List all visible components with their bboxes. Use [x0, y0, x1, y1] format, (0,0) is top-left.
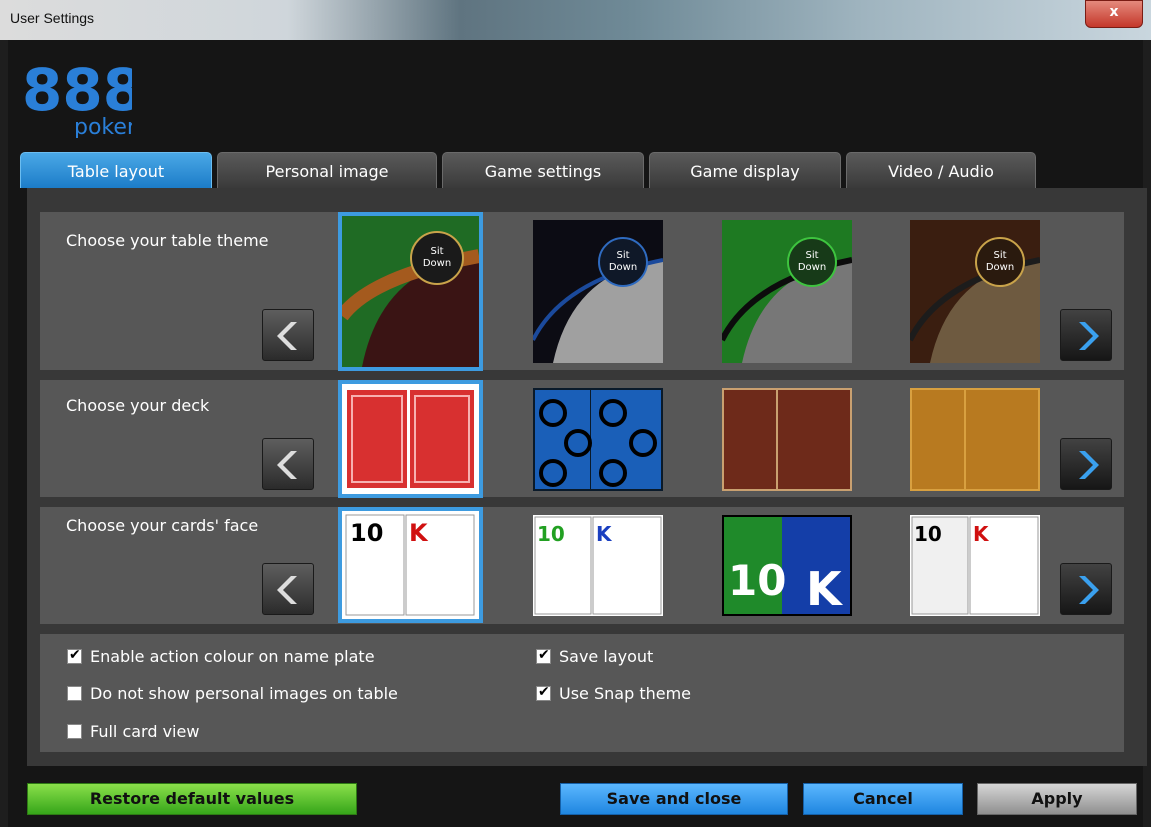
- deck-label: Choose your deck: [66, 396, 210, 415]
- face-option-big[interactable]: 10 K: [722, 515, 852, 616]
- option-label: Enable action colour on name plate: [90, 647, 375, 666]
- tab-table-layout[interactable]: Table layout: [20, 152, 212, 188]
- table-theme-preview: Sit Down: [907, 220, 1041, 363]
- checkbox-checked[interactable]: ✔: [536, 684, 551, 701]
- logo-word: poker: [74, 115, 132, 138]
- checkbox-unchecked[interactable]: [67, 686, 82, 701]
- face-prev-button[interactable]: [262, 563, 314, 615]
- sit-text: Sit: [430, 246, 443, 257]
- down-text: Down: [423, 258, 451, 269]
- tab-game-display[interactable]: Game display: [649, 152, 841, 188]
- apply-button[interactable]: Apply: [977, 783, 1137, 815]
- theme-next-button[interactable]: [1060, 309, 1112, 361]
- table-theme-preview: Sit Down: [336, 216, 481, 367]
- down-text: Down: [798, 262, 826, 273]
- option-label: Do not show personal images on table: [90, 684, 398, 703]
- deck-preview: [722, 388, 852, 491]
- cancel-button[interactable]: Cancel: [803, 783, 963, 815]
- tab-personal-image[interactable]: Personal image: [217, 152, 437, 188]
- sit-text: Sit: [616, 250, 629, 261]
- chevron-right-icon: [1079, 576, 1099, 604]
- checkbox-unchecked[interactable]: [67, 724, 82, 739]
- logo-number: 888: [22, 56, 132, 124]
- face-option-classic[interactable]: 10 K: [338, 507, 483, 623]
- face-option-color[interactable]: 10 K: [533, 515, 663, 616]
- deck-option-red[interactable]: [338, 380, 483, 498]
- chevron-left-icon: [277, 451, 297, 479]
- table-theme-preview: Sit Down: [531, 220, 664, 363]
- king-label: K: [596, 522, 613, 546]
- option-label: Full card view: [90, 722, 200, 741]
- sit-text: Sit: [993, 250, 1006, 261]
- card-face-preview: 10 K: [910, 515, 1040, 616]
- tab-video-audio[interactable]: Video / Audio: [846, 152, 1036, 188]
- logo-graphic: 888 poker: [22, 56, 143, 140]
- deck-prev-button[interactable]: [262, 438, 314, 490]
- deck-option-blue[interactable]: [533, 388, 663, 491]
- ten-label: 10: [537, 522, 565, 546]
- theme-prev-button[interactable]: [262, 309, 314, 361]
- checkbox-checked[interactable]: ✔: [536, 647, 551, 664]
- king-label: K: [806, 562, 844, 616]
- tab-game-settings[interactable]: Game settings: [442, 152, 644, 188]
- restore-defaults-button[interactable]: Restore default values: [27, 783, 357, 815]
- chevron-left-icon: [277, 576, 297, 604]
- checkbox-checked[interactable]: ✔: [67, 647, 82, 664]
- down-text: Down: [609, 262, 637, 273]
- face-next-button[interactable]: [1060, 563, 1112, 615]
- king-label: K: [409, 519, 429, 547]
- face-option-simple[interactable]: 10 K: [910, 515, 1040, 616]
- close-button[interactable]: x: [1085, 0, 1143, 28]
- tab-bar: Table layout Personal image Game setting…: [20, 152, 1120, 188]
- theme-option-dark[interactable]: Sit Down: [531, 220, 664, 363]
- option-full-card-view[interactable]: Full card view: [67, 722, 199, 741]
- option-action-colour[interactable]: ✔ Enable action colour on name plate: [67, 647, 375, 666]
- theme-option-classic[interactable]: Sit Down: [336, 212, 483, 371]
- save-and-close-button[interactable]: Save and close: [560, 783, 788, 815]
- ten-label: 10: [350, 519, 383, 547]
- close-icon[interactable]: x: [1109, 4, 1118, 20]
- cards-face-label: Choose your cards' face: [66, 516, 259, 535]
- theme-option-wood[interactable]: Sit Down: [907, 220, 1041, 363]
- deck-preview: [533, 388, 663, 491]
- ten-label: 10: [914, 522, 942, 546]
- card-face-preview: 10 K: [722, 515, 852, 616]
- brand-logo: 888 poker: [22, 56, 143, 140]
- deck-option-gold[interactable]: [910, 388, 1040, 491]
- king-label: K: [973, 522, 990, 546]
- window-title: User Settings: [10, 10, 95, 26]
- chevron-right-icon: [1079, 322, 1099, 350]
- window-titlebar: User Settings x: [0, 0, 1151, 40]
- chevron-left-icon: [277, 322, 297, 350]
- deck-preview: [910, 388, 1040, 491]
- down-text: Down: [986, 262, 1014, 273]
- ten-label: 10: [728, 556, 786, 605]
- theme-option-green[interactable]: Sit Down: [719, 220, 853, 363]
- option-save-layout[interactable]: ✔ Save layout: [536, 647, 653, 666]
- deck-preview: [342, 384, 479, 494]
- deck-next-button[interactable]: [1060, 438, 1112, 490]
- table-theme-label: Choose your table theme: [66, 231, 269, 250]
- deck-option-brown[interactable]: [722, 388, 852, 491]
- sit-text: Sit: [805, 250, 818, 261]
- card-face-preview: 10 K: [342, 511, 479, 619]
- card-face-preview: 10 K: [533, 515, 663, 616]
- table-theme-preview: Sit Down: [719, 220, 853, 363]
- option-hide-personal-images[interactable]: Do not show personal images on table: [67, 684, 398, 703]
- chevron-right-icon: [1079, 451, 1099, 479]
- option-label: Use Snap theme: [559, 684, 692, 703]
- option-snap-theme[interactable]: ✔ Use Snap theme: [536, 684, 691, 703]
- option-label: Save layout: [559, 647, 654, 666]
